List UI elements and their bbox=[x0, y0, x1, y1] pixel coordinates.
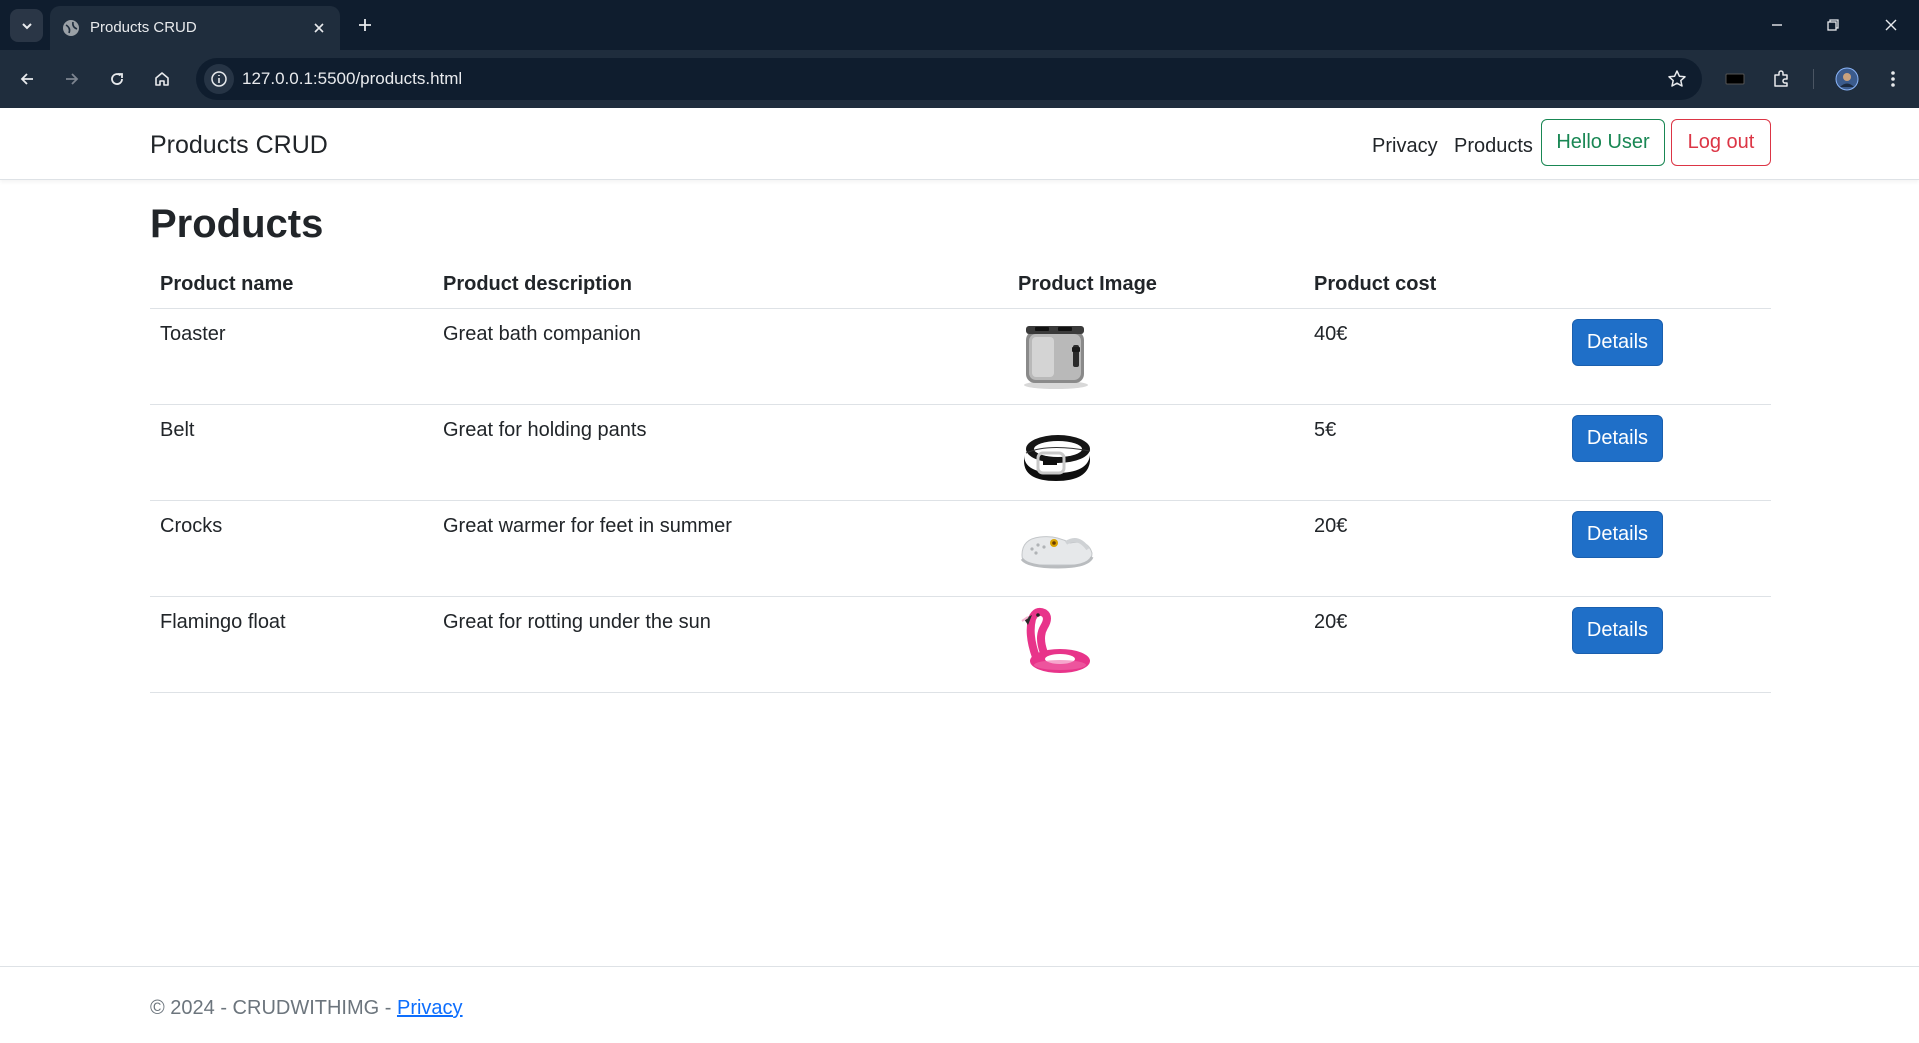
url-text: 127.0.0.1:5500/products.html bbox=[242, 69, 463, 88]
close-window-icon[interactable] bbox=[1874, 8, 1908, 42]
site-info-icon[interactable] bbox=[204, 64, 234, 94]
table-row: Belt Great for holding pants 5€ Details bbox=[150, 404, 1771, 501]
product-actions: Details bbox=[1562, 404, 1771, 501]
globe-icon bbox=[63, 20, 79, 36]
browser-tab-bar: Products CRUD bbox=[0, 0, 1919, 50]
minimize-icon[interactable] bbox=[1760, 8, 1794, 42]
toolbar-divider bbox=[1813, 69, 1814, 89]
table-row: Crocks Great warmer for feet in summer 2… bbox=[150, 500, 1771, 597]
tab-title: Products CRUD bbox=[90, 19, 197, 36]
product-image-cell bbox=[1008, 596, 1304, 693]
restore-icon[interactable] bbox=[1816, 8, 1850, 42]
bookmark-star-icon[interactable] bbox=[1664, 66, 1690, 92]
product-image-cell bbox=[1008, 404, 1304, 501]
site-footer: © 2024 - CRUDWITHIMG - Privacy bbox=[0, 966, 1919, 1043]
footer-copyright: © 2024 - CRUDWITHIMG - bbox=[150, 997, 397, 1019]
product-image-cell bbox=[1008, 500, 1304, 597]
more-menu-icon[interactable] bbox=[1876, 62, 1910, 96]
details-button[interactable]: Details bbox=[1572, 318, 1663, 366]
header-product-cost: Product cost bbox=[1304, 264, 1562, 309]
nav-link-products[interactable]: Products bbox=[1454, 133, 1533, 159]
table-header-row: Product name Product description Product… bbox=[150, 264, 1771, 309]
page-title: Products bbox=[150, 202, 324, 246]
product-cost: 20€ bbox=[1304, 500, 1562, 597]
profile-avatar-icon[interactable] bbox=[1830, 62, 1864, 96]
flamingo-float-image bbox=[1021, 607, 1090, 673]
reload-icon[interactable] bbox=[100, 62, 134, 96]
address-bar[interactable]: 127.0.0.1:5500/products.html bbox=[196, 58, 1702, 100]
header-product-name: Product name bbox=[150, 264, 433, 309]
belt-image bbox=[1024, 434, 1091, 481]
logout-button[interactable]: Log out bbox=[1671, 119, 1771, 166]
product-actions: Details bbox=[1562, 500, 1771, 597]
details-button[interactable]: Details bbox=[1572, 414, 1663, 462]
extensions-puzzle-icon[interactable] bbox=[1764, 62, 1798, 96]
product-description: Great warmer for feet in summer bbox=[433, 500, 1008, 597]
chevron-down-icon bbox=[21, 22, 32, 29]
product-actions: Details bbox=[1562, 308, 1771, 405]
details-button[interactable]: Details bbox=[1572, 606, 1663, 654]
hello-user-button[interactable]: Hello User bbox=[1541, 119, 1665, 166]
product-name: Belt bbox=[150, 404, 433, 501]
product-name: Flamingo float bbox=[150, 596, 433, 693]
product-description: Great for holding pants bbox=[433, 404, 1008, 501]
products-table: Product name Product description Product… bbox=[150, 264, 1771, 693]
table-row: Toaster Great bath companion 40€ Details bbox=[150, 308, 1771, 405]
back-arrow-icon[interactable] bbox=[10, 62, 44, 96]
tab-close-icon[interactable] bbox=[308, 17, 330, 39]
footer-privacy-link[interactable]: Privacy bbox=[397, 997, 463, 1019]
product-cost: 40€ bbox=[1304, 308, 1562, 405]
nav-link-privacy[interactable]: Privacy bbox=[1372, 133, 1438, 159]
header-product-description: Product description bbox=[433, 264, 1008, 309]
toaster-image bbox=[1024, 325, 1088, 389]
tab-search-button[interactable] bbox=[10, 9, 43, 42]
product-actions: Details bbox=[1562, 596, 1771, 693]
product-description: Great for rotting under the sun bbox=[433, 596, 1008, 693]
new-tab-plus-icon[interactable] bbox=[352, 12, 378, 38]
forward-arrow-icon[interactable] bbox=[55, 62, 89, 96]
navbar-brand[interactable]: Products CRUD bbox=[150, 130, 328, 160]
table-row: Flamingo float Great for rotting under t… bbox=[150, 596, 1771, 693]
header-actions bbox=[1562, 264, 1771, 309]
browser-toolbar: 127.0.0.1:5500/products.html bbox=[0, 50, 1919, 108]
browser-tab[interactable]: Products CRUD bbox=[50, 6, 340, 50]
home-icon[interactable] bbox=[145, 62, 179, 96]
product-name: Toaster bbox=[150, 308, 433, 405]
header-product-image: Product Image bbox=[1008, 264, 1304, 309]
footer-text: © 2024 - CRUDWITHIMG - Privacy bbox=[150, 995, 463, 1021]
product-cost: 5€ bbox=[1304, 404, 1562, 501]
product-cost: 20€ bbox=[1304, 596, 1562, 693]
site-navbar: Products CRUD Privacy Products Hello Use… bbox=[0, 108, 1919, 180]
product-description: Great bath companion bbox=[433, 308, 1008, 405]
details-button[interactable]: Details bbox=[1572, 510, 1663, 558]
crocs-image bbox=[1020, 535, 1094, 569]
product-image-cell bbox=[1008, 308, 1304, 405]
media-icon[interactable] bbox=[1718, 62, 1752, 96]
product-name: Crocks bbox=[150, 500, 433, 597]
